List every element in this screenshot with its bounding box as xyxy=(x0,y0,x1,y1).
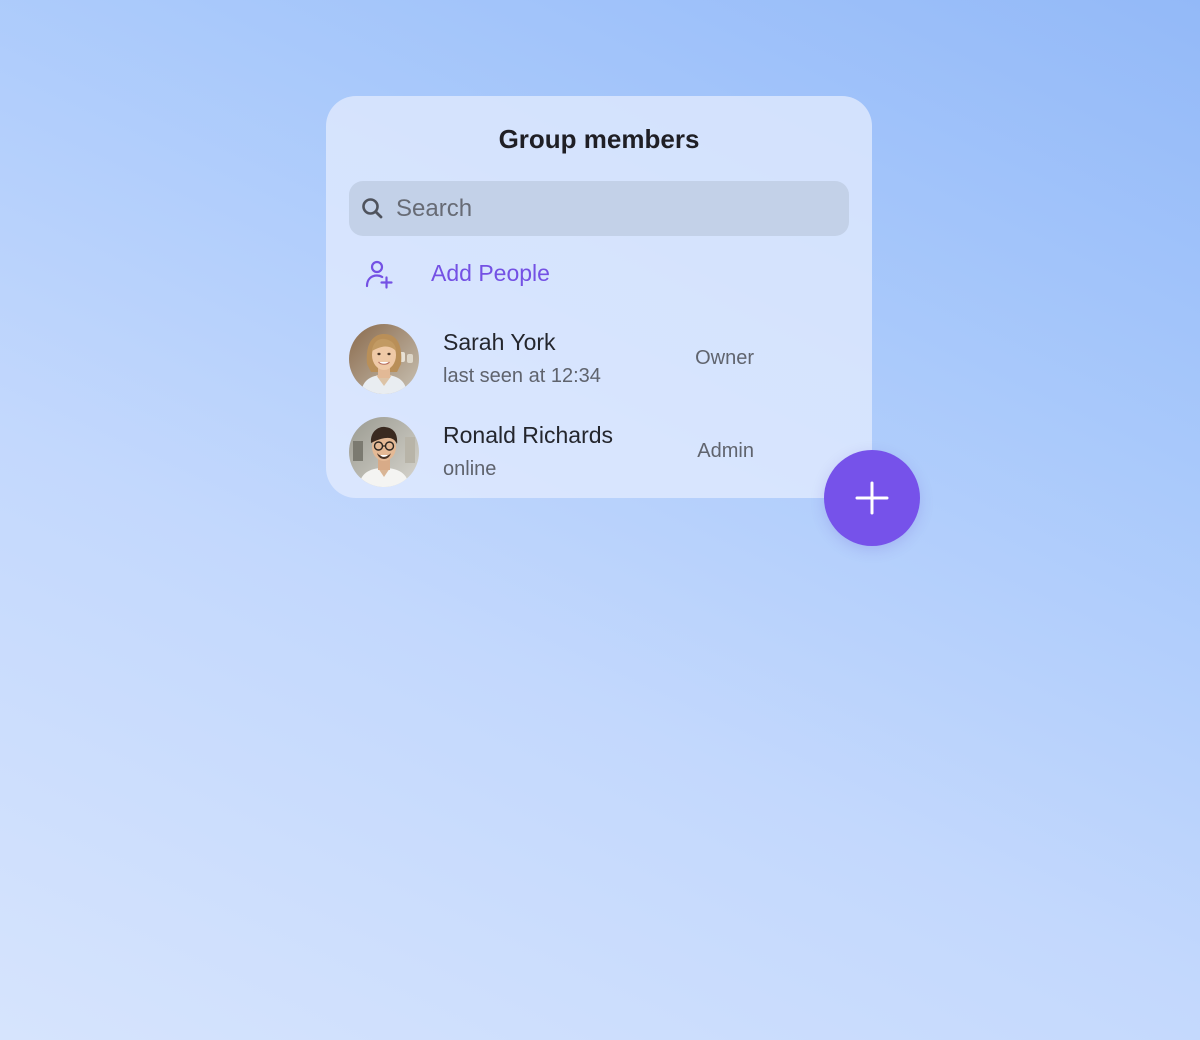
member-role: Admin xyxy=(697,440,754,462)
avatar xyxy=(349,324,419,394)
member-status: last seen at 12:34 xyxy=(443,365,601,387)
member-name: Ronald Richards xyxy=(443,422,614,448)
search-input[interactable] xyxy=(396,181,836,236)
add-people-button[interactable]: Add People xyxy=(356,250,586,296)
member-role: Owner xyxy=(695,347,754,369)
member-status: online xyxy=(443,458,497,480)
plus-icon xyxy=(854,480,890,516)
panel-title: Group members xyxy=(498,124,700,154)
avatar xyxy=(349,417,419,487)
add-people-label: Add People xyxy=(431,260,550,286)
search-bar[interactable] xyxy=(349,181,849,236)
member-row[interactable]: Ronald Richards online Admin xyxy=(349,417,769,487)
member-name: Sarah York xyxy=(443,329,556,355)
search-icon xyxy=(361,197,383,219)
person-add-icon xyxy=(362,258,394,290)
member-row[interactable]: Sarah York last seen at 12:34 Owner xyxy=(349,324,769,394)
add-floating-button[interactable] xyxy=(824,450,920,546)
